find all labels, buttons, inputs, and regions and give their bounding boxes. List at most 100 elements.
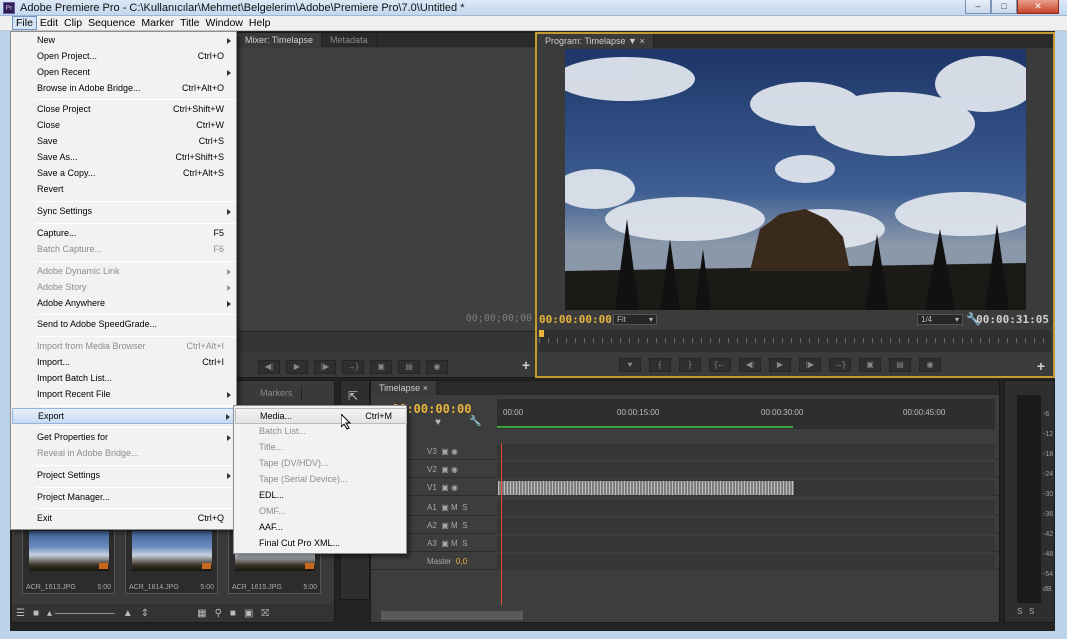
- file-menu-item-adobe-dynamic-link[interactable]: Adobe Dynamic Link: [12, 264, 237, 280]
- file-menu-item-project-manager[interactable]: Project Manager...: [12, 490, 237, 506]
- menu-edit[interactable]: Edit: [37, 16, 61, 30]
- file-menu-item-import-batch-list[interactable]: Import Batch List...: [12, 371, 237, 387]
- maximize-button[interactable]: □: [991, 0, 1017, 14]
- play-icon[interactable]: ▶: [769, 358, 791, 372]
- export-menu-item-tape-dv-hdv[interactable]: Tape (DV/HDV)...: [235, 456, 407, 472]
- clip-thumbnail[interactable]: ACR_1614.JPG 5:00: [125, 524, 218, 594]
- file-menu-item-export[interactable]: Export: [12, 408, 237, 424]
- camera-icon[interactable]: ◉: [919, 358, 941, 372]
- close-button[interactable]: ✕: [1017, 0, 1059, 14]
- export-menu-item-title[interactable]: Title...: [235, 440, 407, 456]
- tab-markers[interactable]: Markers: [252, 386, 302, 400]
- file-menu-item-browse-in-adobe-bridge[interactable]: Browse in Adobe Bridge... Ctrl+Alt+O: [12, 81, 237, 97]
- file-menu-item-sync-settings[interactable]: Sync Settings: [12, 204, 237, 220]
- export-menu-item-omf[interactable]: OMF...: [235, 504, 407, 520]
- minimize-button[interactable]: –: [965, 0, 991, 14]
- add-marker-icon[interactable]: ♥: [619, 358, 641, 372]
- export-menu-item-media[interactable]: Media... Ctrl+M: [235, 408, 407, 424]
- lift-icon[interactable]: ▣: [859, 358, 881, 372]
- step-forward-icon[interactable]: |▶: [314, 360, 336, 374]
- file-menu-item-get-properties-for[interactable]: Get Properties for: [12, 430, 237, 446]
- file-menu-item-reveal-in-adobe-bridge[interactable]: Reveal in Adobe Bridge...: [12, 446, 237, 462]
- export-menu-item-edl[interactable]: EDL...: [235, 488, 407, 504]
- automate-icon[interactable]: ▲: [123, 608, 133, 619]
- mark-in-icon[interactable]: {: [649, 358, 671, 372]
- menu-marker[interactable]: Marker: [138, 16, 177, 30]
- menu-window[interactable]: Window: [203, 16, 246, 30]
- file-menu-item-close-project[interactable]: Close Project Ctrl+Shift+W: [12, 102, 237, 118]
- master-value[interactable]: 0,0: [456, 557, 467, 566]
- export-menu-item-tape-serial-device[interactable]: Tape (Serial Device)...: [235, 472, 407, 488]
- track-header[interactable]: V1 ▣ ◉: [413, 480, 497, 496]
- file-menu-item-exit[interactable]: Exit Ctrl+Q: [12, 511, 237, 527]
- track-lane[interactable]: [497, 518, 995, 534]
- file-menu-item-import[interactable]: Import... Ctrl+I: [12, 355, 237, 371]
- play-icon[interactable]: ▶: [286, 360, 308, 374]
- track-header[interactable]: V2 ▣ ◉: [413, 462, 497, 478]
- playhead-marker[interactable]: [539, 330, 544, 337]
- icon-view-icon[interactable]: ■: [33, 608, 39, 619]
- file-menu-item-open-project[interactable]: Open Project... Ctrl+O: [12, 49, 237, 65]
- tab-close-icon[interactable]: ×: [423, 383, 428, 393]
- file-menu-item-new[interactable]: New: [12, 33, 237, 49]
- menu-title[interactable]: Title: [177, 16, 202, 30]
- track-header[interactable]: Master 0,0: [413, 554, 497, 570]
- work-area-bar[interactable]: [497, 426, 793, 428]
- file-menu-item-adobe-story[interactable]: Adobe Story: [12, 280, 237, 296]
- track-lane[interactable]: [497, 554, 995, 570]
- sort-icon[interactable]: ⇕: [141, 608, 149, 619]
- track-header[interactable]: A1 ▣ M S: [413, 500, 497, 516]
- playback-resolution-select[interactable]: 1/4 ▾: [917, 314, 963, 325]
- file-menu-item-send-to-adobe-speedgrade[interactable]: Send to Adobe SpeedGrade...: [12, 317, 237, 333]
- track-lane[interactable]: [497, 462, 995, 478]
- step-back-icon[interactable]: ◀|: [739, 358, 761, 372]
- track-header[interactable]: A2 ▣ M S: [413, 518, 497, 534]
- trash-icon[interactable]: ⛝: [261, 608, 269, 619]
- step-forward-icon[interactable]: |▶: [799, 358, 821, 372]
- program-timecode[interactable]: 00:00:00:00: [539, 313, 612, 326]
- timeline-scrollbar[interactable]: [381, 611, 523, 620]
- go-to-in-icon[interactable]: {←: [709, 358, 731, 372]
- new-item-icon[interactable]: ▣: [244, 608, 253, 619]
- list-view-icon[interactable]: ☰: [16, 608, 25, 619]
- wrench-icon[interactable]: 🔧: [469, 416, 481, 427]
- timeline-playhead[interactable]: [501, 443, 502, 605]
- file-menu-item-save[interactable]: Save Ctrl+S: [12, 134, 237, 150]
- file-menu-item-project-settings[interactable]: Project Settings: [12, 468, 237, 484]
- menu-file[interactable]: File: [12, 16, 37, 30]
- tab-menu-icon[interactable]: ▼: [628, 36, 637, 46]
- file-menu-item-save-a-copy[interactable]: Save a Copy... Ctrl+Alt+S: [12, 166, 237, 182]
- program-add-button-icon[interactable]: +: [1037, 358, 1045, 374]
- camera-icon[interactable]: ◉: [426, 360, 448, 374]
- marker-icon[interactable]: ♥: [435, 417, 441, 428]
- bin-icon[interactable]: ▦: [197, 608, 206, 619]
- track-lane[interactable]: [497, 536, 995, 552]
- tab-audio-mixer[interactable]: Mixer: Timelapse: [237, 33, 323, 47]
- step-back-icon[interactable]: ◀|: [258, 360, 280, 374]
- menu-help[interactable]: Help: [246, 16, 274, 30]
- track-lane[interactable]: [497, 480, 995, 496]
- clip-thumbnail[interactable]: ACR_1613.JPG 5:00: [22, 524, 115, 594]
- menu-sequence[interactable]: Sequence: [85, 16, 138, 30]
- export-menu-item-final-cut-pro-xml[interactable]: Final Cut Pro XML...: [235, 536, 407, 552]
- search-icon[interactable]: ⚲: [215, 608, 222, 619]
- go-to-out-icon[interactable]: →}: [829, 358, 851, 372]
- file-menu-item-capture[interactable]: Capture... F5: [12, 226, 237, 242]
- track-header[interactable]: A3 ▣ M S: [413, 536, 497, 552]
- solo-button[interactable]: S: [1029, 607, 1034, 616]
- file-menu-item-close[interactable]: Close Ctrl+W: [12, 118, 237, 134]
- export-menu-item-batch-list[interactable]: Batch List...: [235, 424, 407, 440]
- file-menu-item-batch-capture[interactable]: Batch Capture... F6: [12, 242, 237, 258]
- file-menu-item-revert[interactable]: Revert: [12, 182, 237, 198]
- tab-timeline[interactable]: Timelapse ×: [371, 381, 437, 395]
- file-menu-item-import-from-media-browser[interactable]: Import from Media Browser Ctrl+Alt+I: [12, 339, 237, 355]
- mark-out-icon[interactable]: }: [679, 358, 701, 372]
- extract-icon[interactable]: ▤: [889, 358, 911, 372]
- new-bin-icon[interactable]: ■: [230, 608, 236, 619]
- source-add-button-icon[interactable]: +: [522, 357, 530, 373]
- program-timebar[interactable]: [539, 330, 1051, 352]
- insert-icon[interactable]: ▣: [370, 360, 392, 374]
- zoom-level-select[interactable]: Fit ▾: [613, 314, 657, 325]
- go-to-out-icon[interactable]: →}: [342, 360, 364, 374]
- zoom-slider[interactable]: ▴ ——————: [47, 608, 115, 619]
